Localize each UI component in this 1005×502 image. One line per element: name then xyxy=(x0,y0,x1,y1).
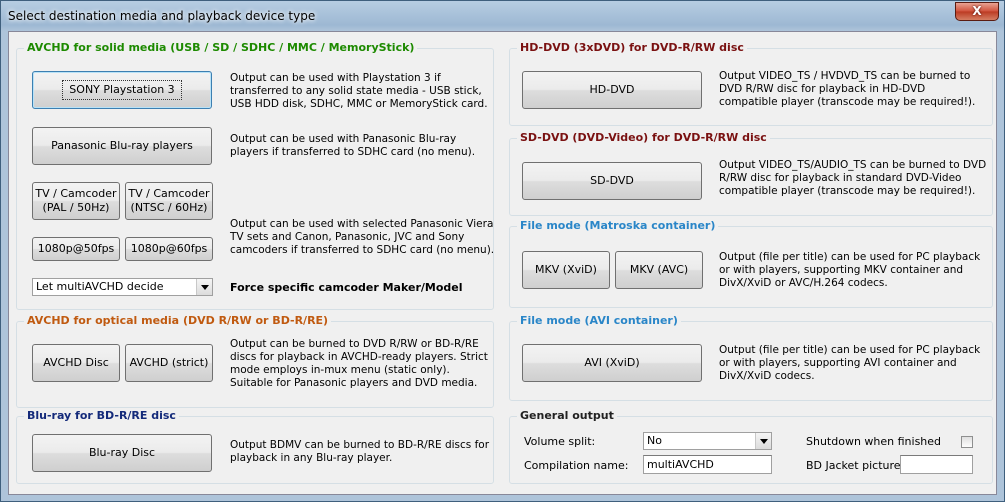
ps3-button[interactable]: SONY Playstation 3 xyxy=(32,71,212,109)
dialog-window: Select destination media and playback de… xyxy=(0,0,1005,502)
compilation-name-label: Compilation name: xyxy=(524,459,629,472)
bluray-disc-button[interactable]: Blu-ray Disc xyxy=(32,434,212,472)
avchd-optical-description: Output can be burned to DVD R/RW or BD-R… xyxy=(230,338,488,389)
sddvd-description: Output VIDEO_TS/AUDIO_TS can be burned t… xyxy=(719,159,987,197)
mkv-avc-button[interactable]: MKV (AVC) xyxy=(615,251,703,289)
volume-split-label: Volume split: xyxy=(524,435,596,448)
group-title-general-output: General output xyxy=(517,409,617,422)
close-icon: X xyxy=(972,4,982,18)
group-title-avchd-solid: AVCHD for solid media (USB / SD / SDHC /… xyxy=(24,41,418,54)
compilation-name-input[interactable]: multiAVCHD xyxy=(643,455,772,474)
camcoder-description: Output can be used with selected Panason… xyxy=(230,218,495,256)
group-title-avi: File mode (AVI container) xyxy=(517,314,681,327)
sddvd-button[interactable]: SD-DVD xyxy=(522,162,702,200)
bd-jacket-input[interactable] xyxy=(900,455,973,474)
avi-xvid-button[interactable]: AVI (XviD) xyxy=(522,344,702,382)
hddvd-description: Output VIDEO_TS / HVDVD_TS can be burned… xyxy=(719,70,976,108)
group-title-avchd-optical: AVCHD for optical media (DVD R/RW or BD-… xyxy=(24,314,332,327)
mkv-description: Output (file per title) can be used for … xyxy=(719,251,981,289)
tv-camcoder-pal-button[interactable]: TV / Camcoder (PAL / 50Hz) xyxy=(32,182,120,220)
camcoder-maker-select[interactable]: Let multiAVCHD decide xyxy=(32,278,213,296)
avchd-disc-button[interactable]: AVCHD Disc xyxy=(32,344,120,382)
bluray-description: Output BDMV can be burned to BD-R/RE dis… xyxy=(230,439,490,464)
volume-split-select[interactable]: No xyxy=(643,432,772,450)
1080p50-button[interactable]: 1080p@50fps xyxy=(32,237,120,261)
ps3-description: Output can be used with Playstation 3 if… xyxy=(230,72,488,110)
group-title-bluray: Blu-ray for BD-R/RE disc xyxy=(24,409,179,422)
hddvd-button[interactable]: HD-DVD xyxy=(522,71,702,109)
1080p60-button[interactable]: 1080p@60fps xyxy=(125,237,213,261)
volume-split-value: No xyxy=(647,434,662,447)
shutdown-label: Shutdown when finished xyxy=(806,435,942,448)
avi-description: Output (file per title) can be used for … xyxy=(719,344,981,382)
camcoder-maker-value: Let multiAVCHD decide xyxy=(36,280,164,293)
chevron-down-icon[interactable] xyxy=(755,433,771,449)
group-title-mkv: File mode (Matroska container) xyxy=(517,219,719,232)
panasonic-bluray-button[interactable]: Panasonic Blu-ray players xyxy=(32,127,212,165)
close-button[interactable]: X xyxy=(955,2,999,21)
tv-camcoder-ntsc-button[interactable]: TV / Camcoder (NTSC / 60Hz) xyxy=(125,182,213,220)
title-bar[interactable]: Select destination media and playback de… xyxy=(1,1,1004,31)
panasonic-description: Output can be used with Panasonic Blu-ra… xyxy=(230,133,476,158)
dialog-client-area: AVCHD for solid media (USB / SD / SDHC /… xyxy=(8,31,997,495)
group-title-sddvd: SD-DVD (DVD-Video) for DVD-R/RW disc xyxy=(517,131,770,144)
camcoder-maker-label: Force specific camcoder Maker/Model xyxy=(230,281,463,294)
avchd-strict-button[interactable]: AVCHD (strict) xyxy=(125,344,213,382)
shutdown-checkbox[interactable] xyxy=(961,436,973,448)
chevron-down-icon[interactable] xyxy=(196,279,212,295)
window-title: Select destination media and playback de… xyxy=(8,9,316,23)
bd-jacket-label: BD Jacket picture: xyxy=(806,459,905,472)
group-title-hddvd: HD-DVD (3xDVD) for DVD-R/RW disc xyxy=(517,41,747,54)
mkv-xvid-button[interactable]: MKV (XviD) xyxy=(522,251,610,289)
